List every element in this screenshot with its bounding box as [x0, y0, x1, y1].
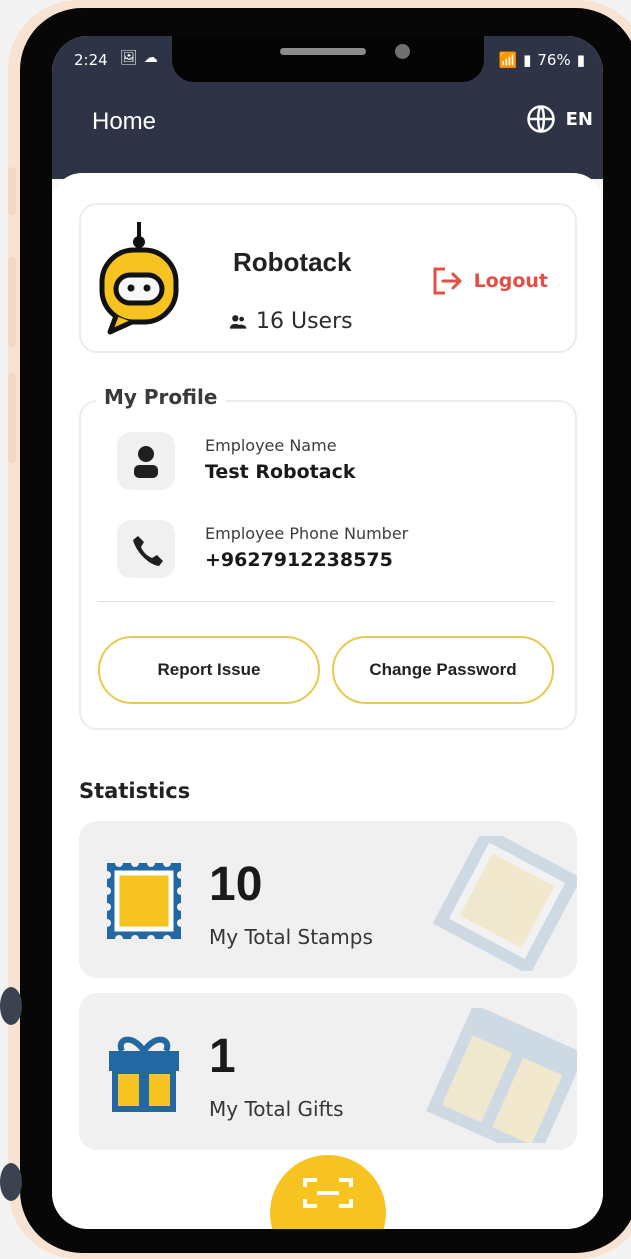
employee-phone-label: Employee Phone Number	[205, 524, 409, 543]
company-name: Robotack	[233, 247, 352, 277]
users-icon	[229, 315, 247, 329]
employee-name-label: Employee Name	[205, 436, 337, 455]
phone-icon-container	[117, 520, 175, 578]
status-time: 2:24	[74, 51, 108, 69]
page-title: Home	[92, 108, 157, 135]
employee-name-value: Test Robotack	[205, 461, 356, 483]
gifts-stat-card[interactable]: 1 My Total Gifts	[79, 993, 577, 1150]
globe-icon	[526, 105, 555, 133]
gifts-label: My Total Gifts	[209, 1097, 344, 1121]
employee-phone-row: Employee Phone Number +9627912238575	[117, 520, 537, 578]
phone-icon	[133, 536, 163, 566]
front-camera	[395, 44, 410, 59]
main-content: Robotack 16 Users Logout Employee Name T…	[52, 173, 603, 1229]
change-password-button[interactable]: Change Password	[332, 636, 554, 704]
company-card: Robotack 16 Users Logout	[79, 203, 577, 353]
speaker	[280, 48, 366, 55]
volume-down-button	[8, 257, 16, 347]
language-selector[interactable]: EN	[526, 104, 593, 134]
phone-screen: 2:24 🖼 ☁ 📶 ▮ 76% ▮ Home EN Robotack 16 U…	[52, 36, 603, 1229]
battery-icon: ▮	[576, 51, 585, 69]
camera-notch	[172, 36, 484, 82]
logout-label: Logout	[473, 270, 548, 292]
stamps-stat-card[interactable]: 10 My Total Stamps	[79, 821, 577, 978]
wifi-icon: 📶	[498, 51, 518, 69]
battery-percentage: 76%	[537, 51, 571, 69]
robot-logo	[99, 222, 179, 335]
screenshot-canvas: 2:24 🖼 ☁ 📶 ▮ 76% ▮ Home EN Robotack 16 U…	[0, 0, 631, 1259]
person-icon	[134, 446, 158, 478]
scan-button[interactable]	[270, 1155, 386, 1229]
gifts-value: 1	[209, 1030, 236, 1083]
profile-section-title: My Profile	[96, 385, 226, 409]
cloud-icon: ☁	[143, 50, 158, 66]
stamp-icon	[105, 861, 183, 941]
gift-watermark-icon	[426, 1008, 577, 1143]
gift-icon	[109, 1036, 179, 1112]
side-button	[8, 373, 16, 463]
logout-icon	[433, 267, 462, 295]
volume-up-button	[8, 167, 16, 215]
signal-icon: ▮	[523, 51, 532, 69]
scan-icon	[303, 1178, 353, 1208]
stamps-value: 10	[209, 858, 263, 911]
logout-button[interactable]: Logout	[430, 266, 548, 296]
statistics-title: Statistics	[79, 779, 191, 803]
status-right-icons: 📶 ▮ 76% ▮	[498, 51, 585, 69]
side-dot-button	[0, 987, 22, 1025]
employee-name-row: Employee Name Test Robotack	[117, 432, 537, 490]
employee-phone-value: +9627912238575	[205, 549, 393, 571]
users-count: 16 Users	[229, 309, 353, 334]
status-left-icons: 🖼 ☁	[120, 50, 158, 66]
side-dot-button	[0, 1163, 22, 1201]
stamp-watermark-icon	[432, 836, 577, 971]
person-icon-container	[117, 432, 175, 490]
profile-divider	[97, 601, 555, 602]
image-notification-icon: 🖼	[120, 50, 138, 66]
status-bar: 2:24 🖼 ☁ 📶 ▮ 76% ▮	[52, 36, 603, 84]
language-label: EN	[565, 108, 593, 130]
users-label: 16 Users	[256, 309, 353, 334]
app-header: Home EN	[52, 84, 603, 179]
report-issue-button[interactable]: Report Issue	[98, 636, 320, 704]
stamps-label: My Total Stamps	[209, 925, 373, 949]
